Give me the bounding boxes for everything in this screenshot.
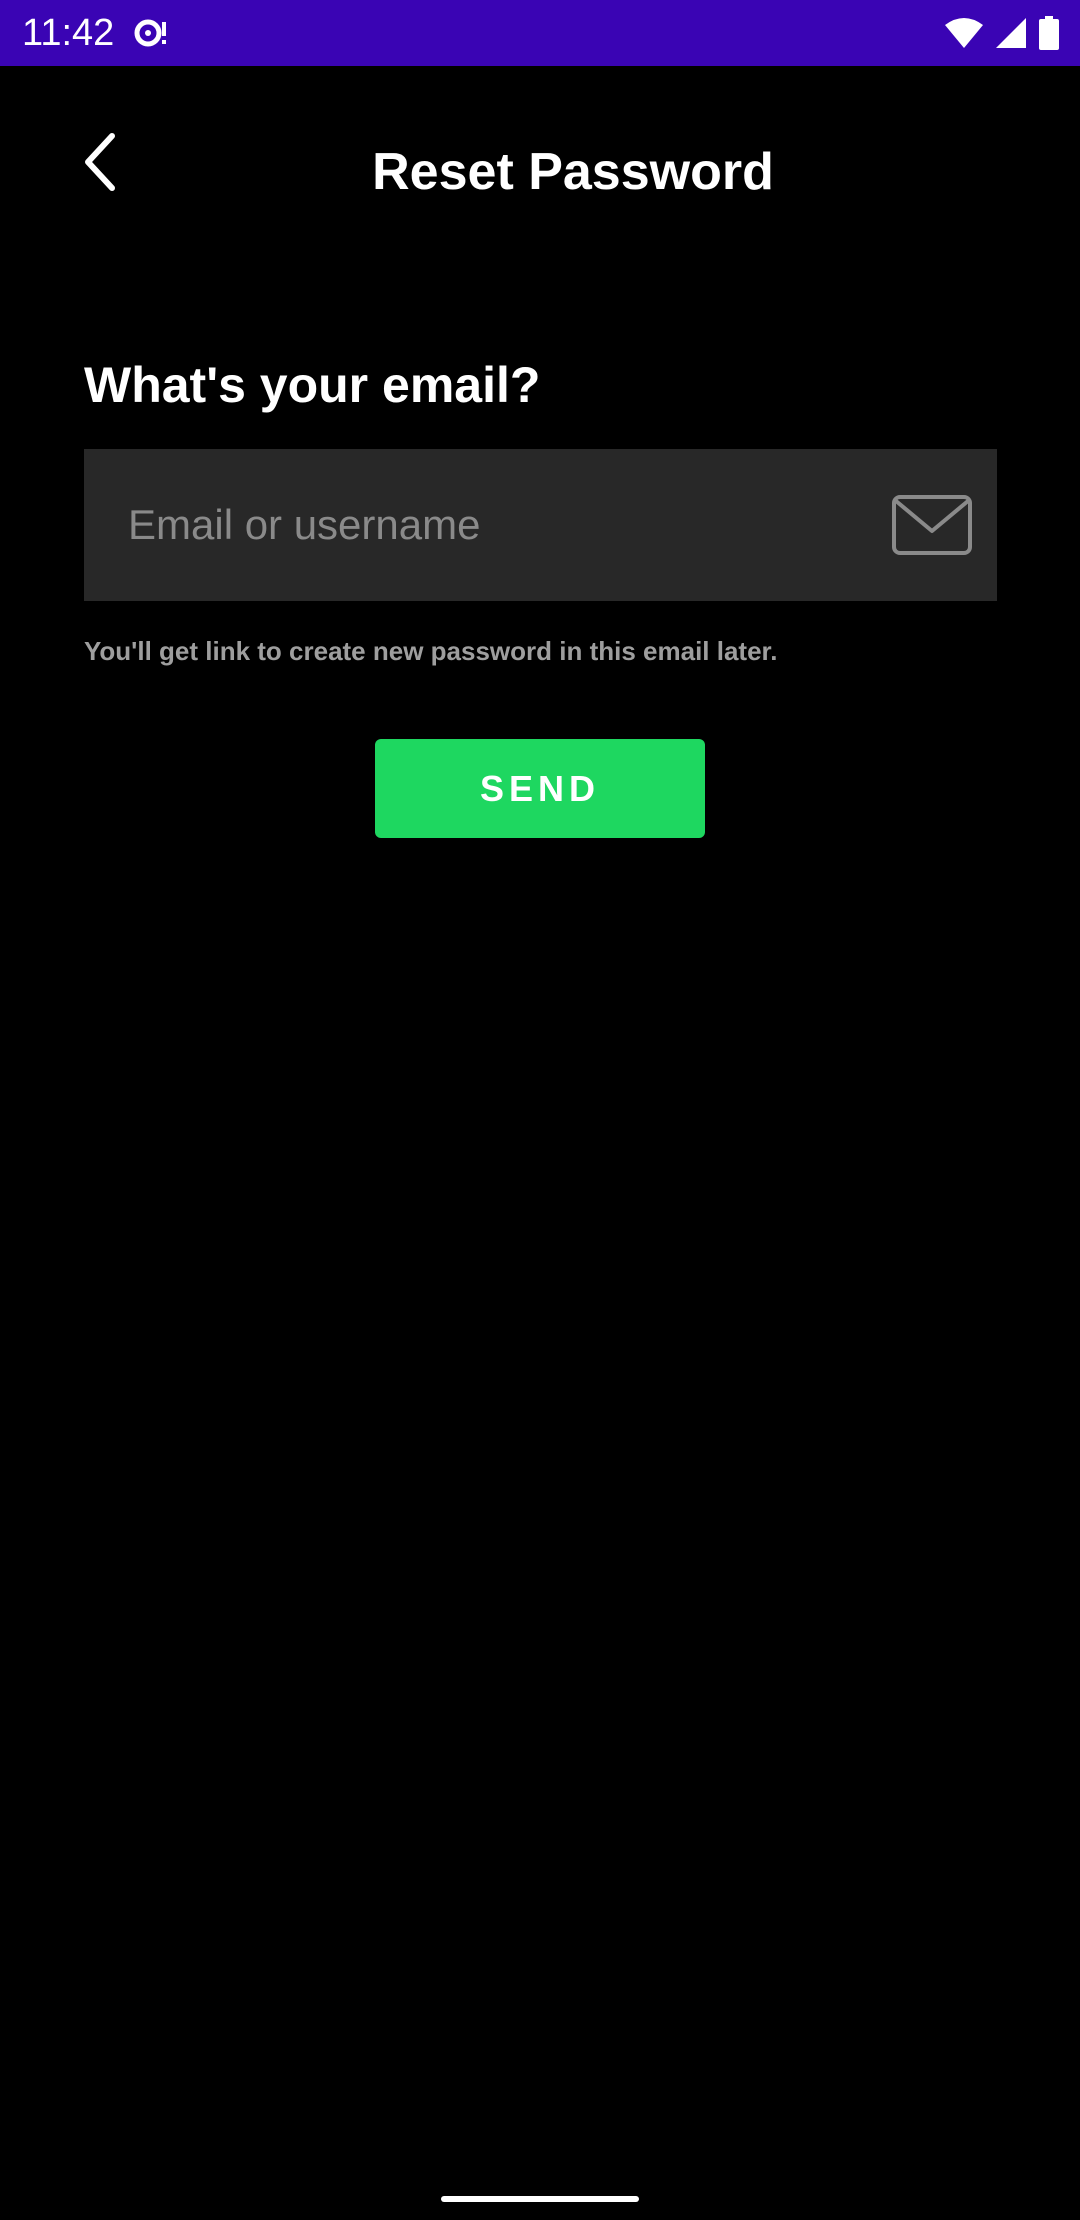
helper-text: You'll get link to create new password i…: [84, 636, 778, 666]
page-title: Reset Password: [372, 143, 774, 201]
media-sync-icon: [134, 16, 174, 50]
status-time: 11:42: [22, 12, 115, 54]
cell-signal-icon: [994, 17, 1028, 49]
email-question-heading: What's your email?: [84, 357, 541, 413]
status-icons: [944, 14, 1060, 52]
mail-icon: [892, 495, 972, 555]
email-input[interactable]: [84, 449, 864, 601]
status-bar: 11:42: [0, 0, 1080, 66]
gesture-handle[interactable]: [441, 2196, 639, 2202]
wifi-icon: [944, 17, 984, 49]
email-field[interactable]: [84, 449, 997, 601]
send-button[interactable]: SEND: [375, 739, 705, 838]
battery-icon: [1038, 16, 1060, 50]
